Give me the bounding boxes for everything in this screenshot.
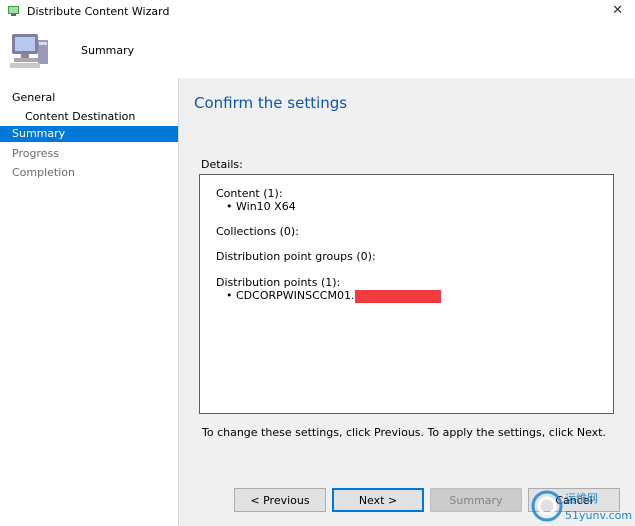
previous-button[interactable]: < Previous	[234, 488, 326, 512]
title-bar: Distribute Content Wizard ✕	[0, 0, 635, 22]
section-heading: Distribution points (1):	[216, 276, 341, 289]
close-icon[interactable]: ✕	[612, 3, 623, 18]
summary-button: Summary	[430, 488, 522, 512]
details-label: Details:	[201, 158, 243, 171]
section-heading: Content (1):	[216, 187, 283, 200]
list-item: • CDCORPWINSCCM01.	[216, 289, 442, 303]
section-heading: Distribution point groups (0):	[216, 250, 376, 263]
dp-groups-section: Distribution point groups (0):	[216, 250, 376, 263]
nav-item-label: General	[12, 91, 56, 104]
collections-section: Collections (0):	[216, 225, 299, 238]
content-section: Content (1): • Win10 X64	[216, 187, 296, 213]
nav-item-label: Summary	[12, 127, 66, 140]
cancel-button[interactable]: Cancel	[528, 488, 620, 512]
list-item: • Win10 X64	[226, 200, 296, 213]
wizard-app-icon	[8, 6, 19, 16]
page-title: Confirm the settings	[194, 94, 348, 112]
nav-item-label: Progress	[12, 147, 59, 160]
nav-item-summary[interactable]: Summary	[0, 126, 178, 142]
wizard-nav: General Content Destination Summary Prog…	[0, 78, 179, 526]
nav-item-progress: Progress	[0, 146, 178, 162]
nav-item-label: Content Destination	[25, 110, 136, 123]
nav-item-general[interactable]: General	[0, 90, 178, 106]
wizard-header: Summary	[0, 22, 635, 78]
distribution-points-section: Distribution points (1): • CDCORPWINSCCM…	[216, 276, 442, 303]
section-heading: Collections (0):	[216, 225, 299, 238]
details-box[interactable]: Content (1): • Win10 X64 Collections (0)…	[199, 174, 614, 414]
computer-icon	[10, 34, 48, 68]
next-button[interactable]: Next >	[332, 488, 424, 512]
nav-item-content-destination[interactable]: Content Destination	[0, 109, 178, 125]
nav-item-completion: Completion	[0, 165, 178, 181]
window-title: Distribute Content Wizard	[27, 4, 170, 18]
header-page-label: Summary	[81, 44, 135, 57]
help-text: To change these settings, click Previous…	[202, 426, 606, 439]
nav-item-label: Completion	[12, 166, 76, 179]
redaction-bar	[355, 289, 442, 303]
main-panel: Confirm the settings Details: Content (1…	[179, 78, 635, 526]
